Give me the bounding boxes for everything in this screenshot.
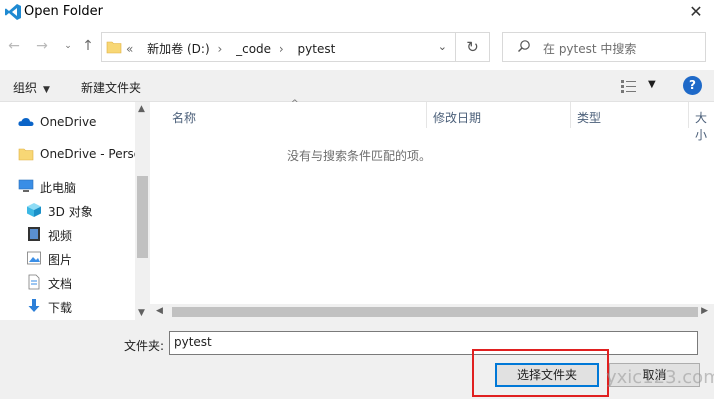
sidebar-item-downloads[interactable]: 下载: [0, 295, 135, 317]
view-options-icon[interactable]: [620, 78, 638, 94]
sidebar-item-label: 下载: [48, 301, 73, 315]
search-icon: [518, 40, 530, 52]
scroll-down-icon[interactable]: ▼: [138, 308, 145, 318]
close-icon[interactable]: ✕: [686, 2, 706, 22]
new-folder-button[interactable]: 新建文件夹: [81, 79, 141, 96]
chevron-right-icon[interactable]: ›: [279, 42, 284, 56]
empty-results-message: 没有与搜索条件匹配的项。: [286, 149, 431, 163]
sidebar-item-3d-objects[interactable]: 3D 对象: [0, 199, 135, 221]
video-icon: [28, 227, 40, 241]
sidebar-item-documents[interactable]: 文档: [0, 271, 135, 293]
document-icon: [28, 274, 40, 290]
column-divider[interactable]: [570, 102, 571, 128]
download-icon: [28, 299, 40, 312]
file-list-pane: ^ 名称 修改日期 类型 大小 没有与搜索条件匹配的项。 ◀ ▶: [150, 99, 714, 320]
organize-label: 组织: [13, 81, 38, 95]
navigation-pane: OneDrive OneDrive - Personal 此电脑 3D 对象 视…: [0, 102, 150, 320]
sidebar-item-this-pc[interactable]: 此电脑: [0, 175, 135, 197]
sidebar-item-label: OneDrive - Personal: [40, 147, 135, 161]
navigation-bar: ← → ⌄ ↑ « 新加卷 (D:) › _code › pytest ⌄ ↻ …: [0, 32, 714, 62]
breadcrumb-pytest[interactable]: pytest: [298, 42, 336, 56]
picture-icon: [27, 251, 41, 265]
back-arrow-icon[interactable]: ←: [6, 38, 22, 54]
sidebar-item-pictures[interactable]: 图片: [0, 247, 135, 269]
sort-ascending-icon: ^: [291, 99, 299, 109]
command-toolbar: 组织 ▼ 新建文件夹 ▼ ?: [0, 70, 714, 102]
select-folder-button[interactable]: 选择文件夹: [495, 363, 599, 387]
sidebar-item-videos[interactable]: 视频: [0, 223, 135, 245]
help-icon[interactable]: ?: [683, 76, 702, 95]
cube-icon: [27, 203, 41, 217]
sidebar-item-onedrive[interactable]: OneDrive: [0, 111, 135, 133]
scroll-left-icon[interactable]: ◀: [156, 306, 163, 316]
organize-menu-button[interactable]: 组织 ▼: [13, 79, 50, 96]
sidebar-item-label: 视频: [48, 229, 73, 243]
column-size[interactable]: 大小: [695, 109, 714, 143]
vscode-logo-icon: [5, 4, 21, 20]
folder-icon: [18, 148, 34, 161]
scrollbar-thumb[interactable]: [137, 176, 148, 258]
breadcrumb: « 新加卷 (D:) › _code › pytest: [126, 40, 339, 57]
column-type[interactable]: 类型: [577, 109, 601, 126]
scroll-up-icon[interactable]: ▲: [138, 104, 145, 114]
computer-icon: [18, 179, 34, 192]
scrollbar-thumb[interactable]: [172, 307, 698, 317]
column-header: ^ 名称 修改日期 类型 大小: [150, 99, 714, 142]
sidebar-item-label: 3D 对象: [48, 205, 93, 219]
breadcrumb-overflow[interactable]: «: [126, 42, 133, 56]
view-dropdown-icon[interactable]: ▼: [648, 79, 656, 90]
sidebar-item-label: 图片: [48, 253, 73, 267]
sidebar-item-label: 此电脑: [40, 181, 77, 195]
search-placeholder: 在 pytest 中搜索: [543, 42, 637, 56]
breadcrumb-drive[interactable]: 新加卷 (D:): [147, 42, 209, 56]
folder-name-label: 文件夹:: [124, 339, 165, 353]
column-divider[interactable]: [426, 102, 427, 128]
column-divider[interactable]: [688, 102, 689, 128]
up-arrow-icon[interactable]: ↑: [80, 38, 96, 54]
sidebar-item-label: 文档: [48, 277, 73, 291]
chevron-right-icon[interactable]: ›: [217, 42, 222, 56]
sidebar-item-label: OneDrive: [40, 115, 97, 129]
sidebar-scrollbar[interactable]: ▲ ▼: [135, 102, 150, 320]
cloud-icon: [18, 118, 34, 126]
refresh-icon[interactable]: ↻: [456, 32, 490, 62]
search-box[interactable]: 在 pytest 中搜索: [502, 32, 706, 62]
forward-arrow-icon[interactable]: →: [34, 38, 50, 54]
watermark: yxic123.com: [606, 367, 714, 388]
title-bar: Open Folder ✕: [0, 0, 714, 24]
address-dropdown-icon[interactable]: ⌄: [438, 40, 447, 53]
horizontal-scrollbar[interactable]: ◀ ▶: [150, 304, 714, 320]
recent-locations-chevron-icon[interactable]: ⌄: [60, 38, 76, 54]
column-date-modified[interactable]: 修改日期: [433, 109, 481, 126]
caret-down-icon: ▼: [43, 85, 50, 95]
address-bar[interactable]: « 新加卷 (D:) › _code › pytest ⌄: [101, 32, 456, 62]
sidebar-item-onedrive-personal[interactable]: OneDrive - Personal: [0, 143, 135, 165]
breadcrumb-code[interactable]: _code: [236, 42, 271, 56]
folder-icon: [106, 41, 122, 54]
window-title: Open Folder: [24, 4, 104, 19]
folder-name-input[interactable]: pytest: [169, 331, 698, 355]
column-name[interactable]: 名称: [172, 109, 196, 126]
scroll-right-icon[interactable]: ▶: [701, 306, 708, 316]
